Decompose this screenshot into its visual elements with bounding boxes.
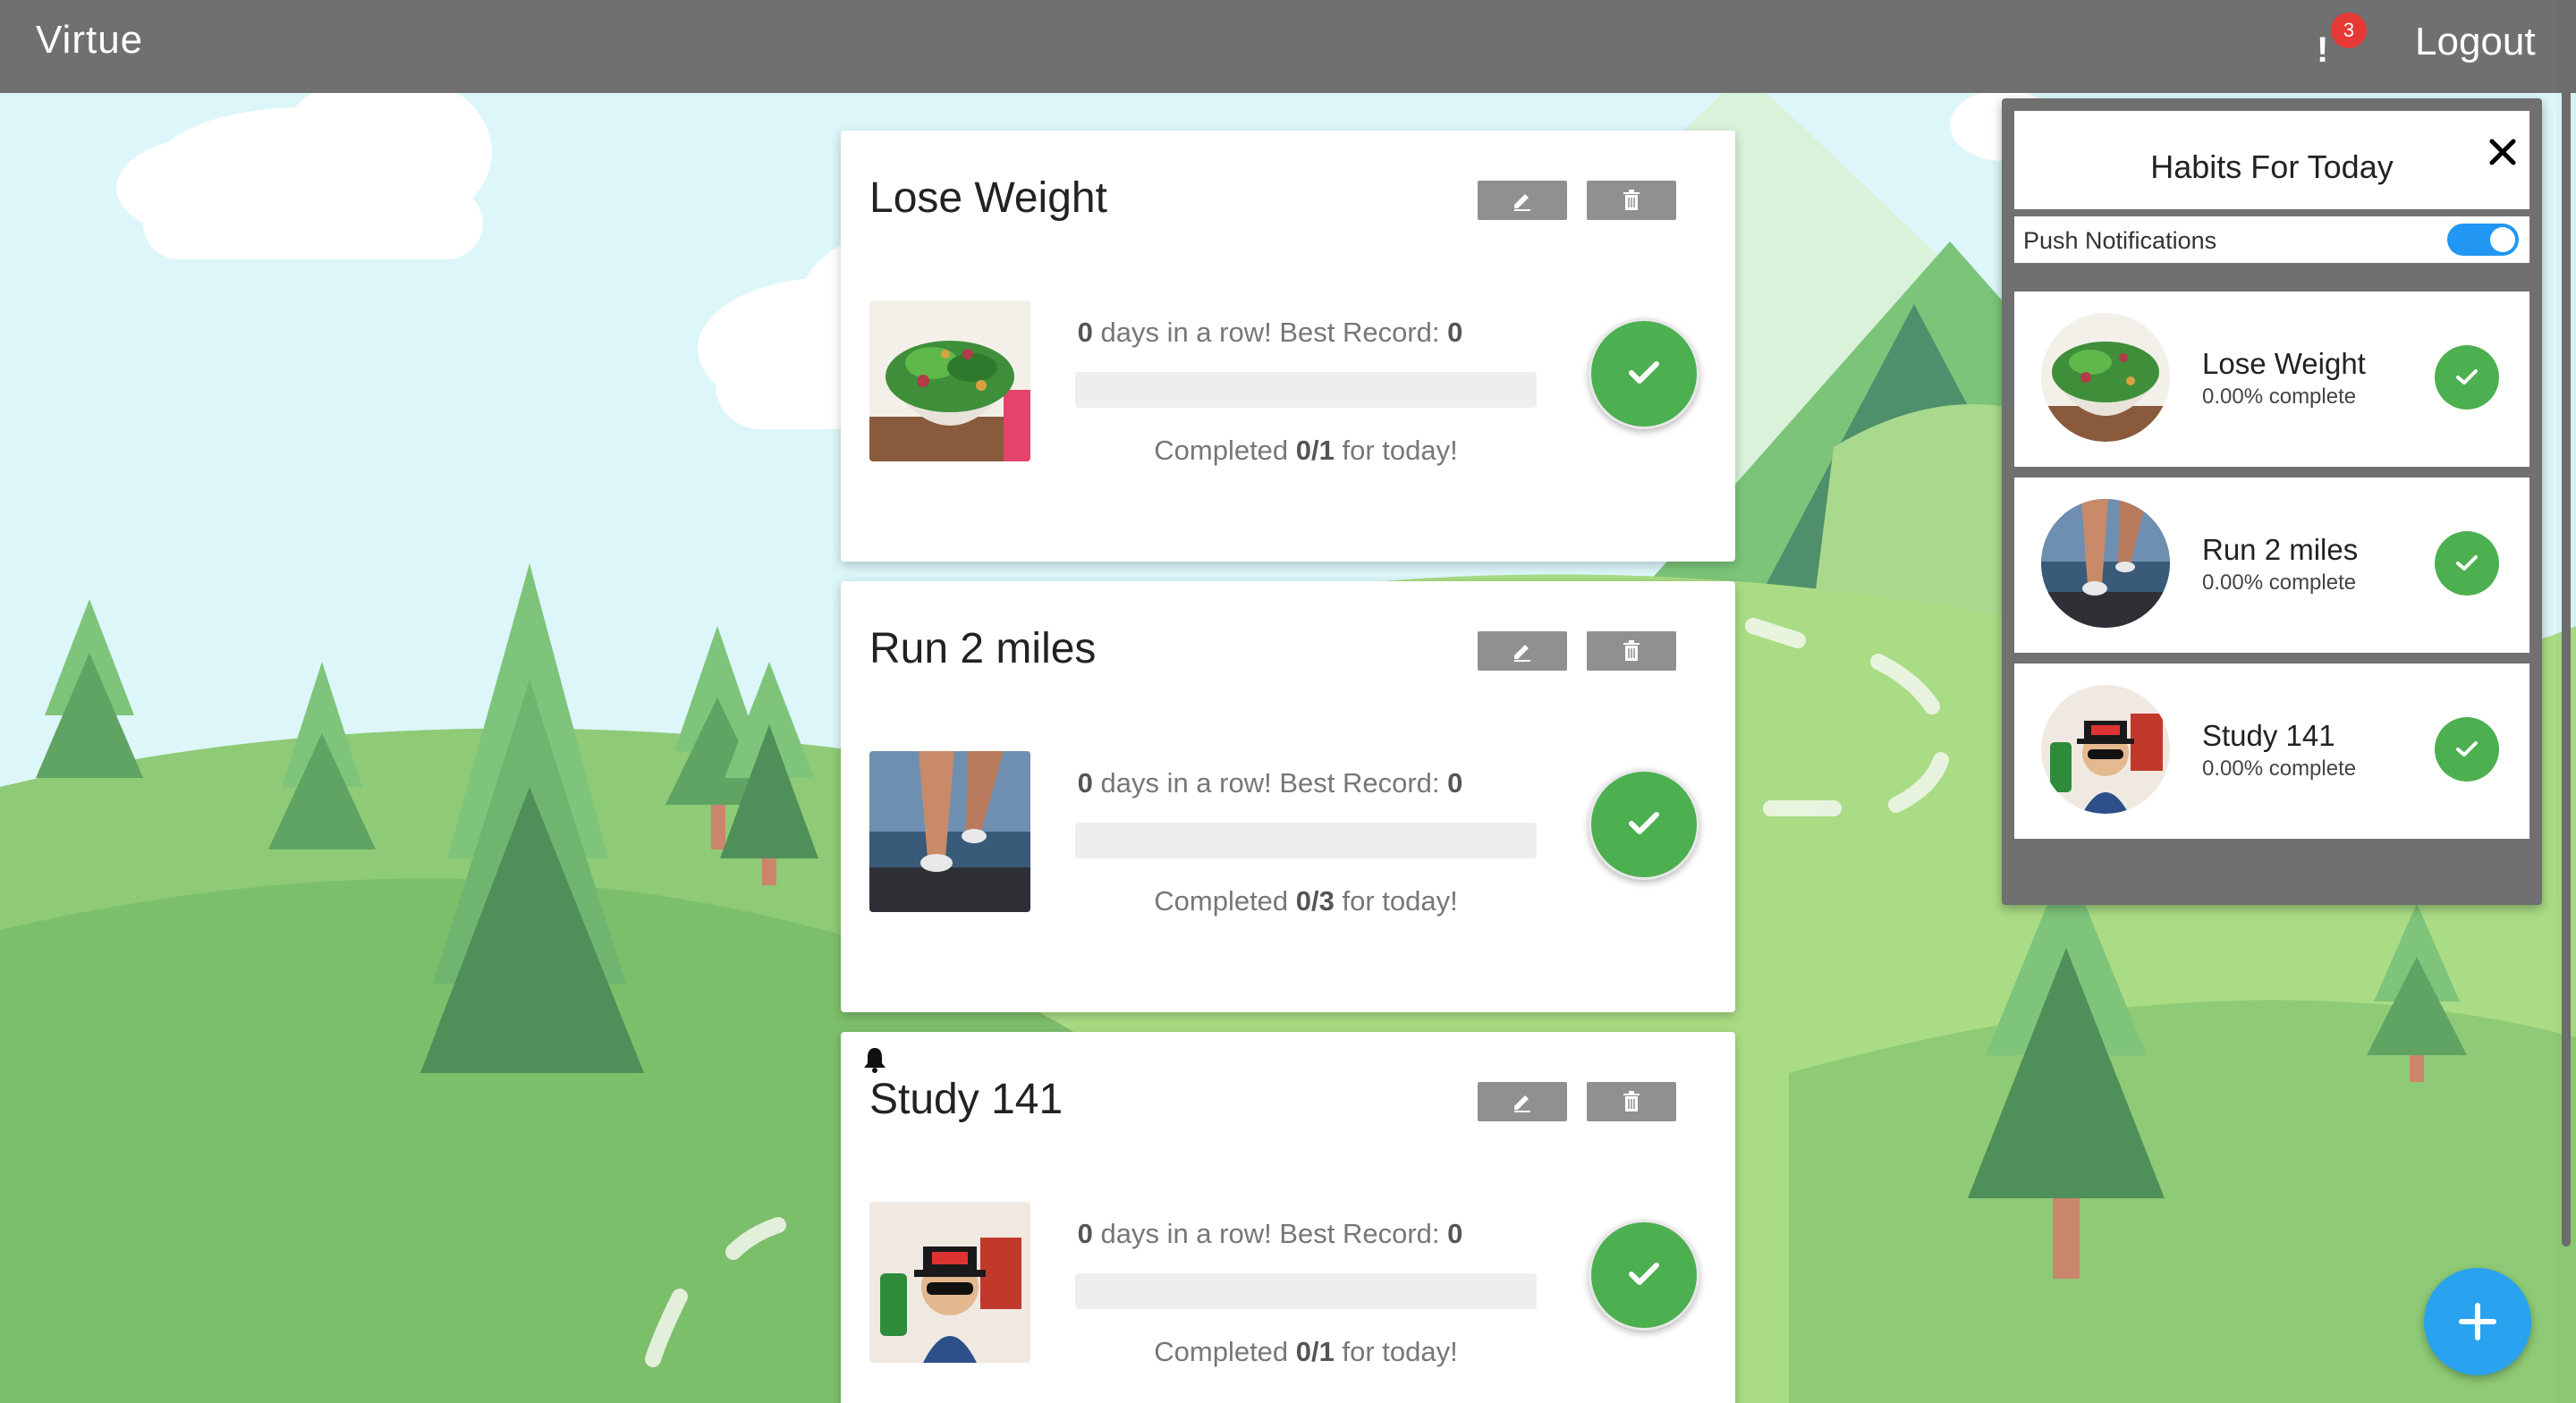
completed-prefix: Completed	[1154, 435, 1296, 466]
habit-title: Lose Weight	[869, 174, 1107, 222]
streak-text: 0 days in a row! Best Record: 0	[1073, 1218, 1467, 1250]
habit-title: Run 2 miles	[869, 625, 1097, 672]
habit-card: Lose Weight 0 days in a row! Best Record…	[841, 131, 1735, 562]
habit-progress-bar	[1075, 372, 1537, 408]
salad-avatar	[2041, 313, 2170, 442]
edit-pencil-icon	[1514, 1095, 1530, 1112]
push-notifications-row: Push Notifications	[2014, 216, 2529, 263]
logout-button[interactable]: Logout	[2415, 20, 2536, 64]
complete-habit-button[interactable]	[1589, 769, 1699, 880]
edit-pencil-icon	[1514, 194, 1530, 211]
close-icon	[2489, 139, 2516, 165]
completed-suffix: for today!	[1334, 885, 1458, 917]
edit-habit-button[interactable]	[1478, 1082, 1567, 1121]
delete-habit-button[interactable]	[1587, 181, 1676, 220]
panel-complete-button[interactable]	[2435, 717, 2499, 782]
best-record-value: 0	[1447, 1218, 1463, 1249]
completed-value: 0/1	[1295, 1336, 1335, 1367]
check-icon	[1629, 361, 1659, 384]
completed-prefix: Completed	[1154, 885, 1296, 917]
streak-text: 0 days in a row! Best Record: 0	[1073, 317, 1467, 349]
edit-habit-button[interactable]	[1478, 181, 1567, 220]
salad-image	[869, 300, 1030, 461]
edit-habit-button[interactable]	[1478, 631, 1567, 671]
habits-for-today-panel: Habits For Today Push Notifications Lose…	[2002, 98, 2542, 905]
panel-habit-item: Study 141 0.00% complete	[2014, 663, 2529, 839]
app-title[interactable]: Virtue	[36, 18, 143, 63]
runner-legs-image	[869, 751, 1030, 912]
panel-habit-name: Lose Weight	[2202, 347, 2366, 380]
complete-habit-button[interactable]	[1589, 318, 1699, 429]
streak-label: days in a row! Best Record:	[1092, 1218, 1448, 1249]
panel-header: Habits For Today	[2014, 111, 2529, 209]
plus-icon	[2459, 1303, 2496, 1340]
complete-habit-button[interactable]	[1589, 1220, 1699, 1331]
habit-title: Study 141	[869, 1076, 1063, 1123]
completed-value: 0/1	[1295, 435, 1335, 466]
best-record-value: 0	[1447, 767, 1463, 799]
habit-progress-bar	[1075, 823, 1537, 858]
push-notifications-label: Push Notifications	[2023, 227, 2217, 254]
completed-value: 0/3	[1295, 885, 1335, 917]
completed-text: Completed 0/1 for today!	[1073, 435, 1538, 467]
toggle-knob	[2490, 227, 2515, 252]
streak-text: 0 days in a row! Best Record: 0	[1073, 767, 1467, 799]
delete-habit-button[interactable]	[1587, 631, 1676, 671]
completed-text: Completed 0/3 for today!	[1073, 885, 1538, 917]
streak-label: days in a row! Best Record:	[1092, 317, 1448, 348]
trash-icon	[1623, 640, 1640, 661]
panel-title: Habits For Today	[2150, 148, 2394, 185]
trash-icon	[1623, 1091, 1640, 1111]
check-icon	[1629, 1263, 1659, 1285]
panel-habit-item: Lose Weight 0.00% complete	[2014, 292, 2529, 467]
streak-count: 0	[1077, 1218, 1093, 1249]
delete-habit-button[interactable]	[1587, 1082, 1676, 1121]
edit-pencil-icon	[1514, 645, 1530, 662]
bell-icon[interactable]	[862, 1046, 887, 1073]
close-panel-button[interactable]	[2487, 136, 2519, 168]
habit-progress-bar	[1075, 1273, 1537, 1309]
panel-habit-percent: 0.00% complete	[2202, 570, 2357, 595]
panel-habit-percent: 0.00% complete	[2202, 385, 2357, 409]
notification-count-badge: 3	[2331, 13, 2367, 48]
page-scrollbar-thumb[interactable]	[2562, 4, 2571, 1247]
top-app-bar: Virtue ! 3 Logout	[0, 0, 2576, 93]
panel-habit-percent: 0.00% complete	[2202, 756, 2357, 781]
completed-text: Completed 0/1 for today!	[1073, 1336, 1538, 1368]
check-icon	[2456, 369, 2478, 385]
completed-suffix: for today!	[1334, 1336, 1458, 1367]
panel-habit-name: Study 141	[2202, 719, 2335, 752]
check-icon	[1629, 812, 1659, 834]
streak-label: days in a row! Best Record:	[1092, 767, 1448, 799]
streak-count: 0	[1077, 317, 1093, 348]
completed-suffix: for today!	[1334, 435, 1458, 466]
runner-avatar	[2041, 499, 2170, 628]
check-icon	[2456, 555, 2478, 570]
panel-complete-button[interactable]	[2435, 345, 2499, 410]
person-with-sunglasses-image	[869, 1202, 1030, 1363]
person-avatar	[2041, 685, 2170, 814]
habit-card: Study 141 0 days in a row! Best Record: …	[841, 1032, 1735, 1403]
streak-count: 0	[1077, 767, 1093, 799]
habit-card: Run 2 miles 0 days in a row! Best Record…	[841, 581, 1735, 1012]
best-record-value: 0	[1447, 317, 1463, 348]
trash-icon	[1623, 190, 1640, 210]
completed-prefix: Completed	[1154, 1336, 1296, 1367]
notifications-button[interactable]: ! 3	[2304, 13, 2367, 77]
panel-complete-button[interactable]	[2435, 531, 2499, 596]
push-notifications-toggle[interactable]	[2447, 224, 2519, 256]
add-habit-button[interactable]	[2424, 1268, 2531, 1375]
panel-habit-name: Run 2 miles	[2202, 533, 2359, 566]
check-icon	[2456, 741, 2478, 756]
panel-habit-item: Run 2 miles 0.00% complete	[2014, 478, 2529, 653]
notification-icon: !	[2317, 30, 2329, 70]
